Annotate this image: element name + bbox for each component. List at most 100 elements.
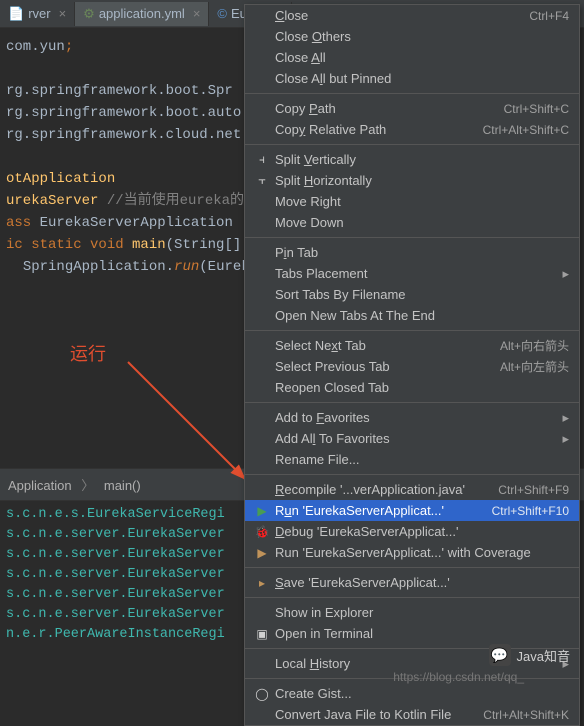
tab-item[interactable]: ⚙ application.yml × (75, 2, 209, 26)
menu-item[interactable]: CloseCtrl+F4 (245, 5, 579, 26)
menu-label: Rename File... (275, 452, 569, 467)
menu-separator (245, 474, 579, 475)
menu-item[interactable]: Select Previous TabAlt+向左箭头 (245, 356, 579, 377)
menu-label: Add to Favorites (275, 410, 556, 425)
terminal-icon: ▣ (253, 627, 271, 641)
debug-icon: 🐞 (253, 525, 271, 539)
menu-item[interactable]: Reopen Closed Tab (245, 377, 579, 398)
menu-label: Select Next Tab (275, 338, 500, 353)
menu-item[interactable]: ◯ Create Gist... (245, 683, 579, 704)
menu-item[interactable]: Sort Tabs By Filename (245, 284, 579, 305)
wechat-icon: 💬 (489, 644, 511, 666)
class-icon: 📄 (8, 6, 24, 22)
menu-label: Select Previous Tab (275, 359, 500, 374)
yaml-icon: ⚙ (83, 6, 95, 22)
menu-item[interactable]: ▶ Run 'EurekaServerApplicat...' with Cove… (245, 542, 579, 563)
menu-item[interactable]: ▶Run 'EurekaServerApplicat...'Ctrl+Shift… (245, 500, 579, 521)
github-icon: ◯ (253, 687, 271, 701)
menu-label: Copy Path (275, 101, 504, 116)
submenu-arrow-icon: ▸ (562, 410, 569, 426)
menu-item[interactable]: Open New Tabs At The End (245, 305, 579, 326)
menu-separator (245, 567, 579, 568)
menu-separator (245, 330, 579, 331)
menu-shortcut: Ctrl+Alt+Shift+K (483, 708, 569, 722)
tab-item[interactable]: 📄 rver × (0, 2, 75, 26)
menu-label: Reopen Closed Tab (275, 380, 569, 395)
menu-item[interactable]: Close All but Pinned (245, 68, 579, 89)
class-icon: © (217, 6, 227, 21)
coverage-icon: ▶ (253, 546, 271, 560)
menu-shortcut: Ctrl+F4 (529, 9, 569, 23)
watermark-url: https://blog.csdn.net/qq_ (393, 670, 524, 684)
run-icon: ▶ (253, 504, 271, 518)
menu-label: Show in Explorer (275, 605, 569, 620)
menu-label: Close All but Pinned (275, 71, 569, 86)
menu-label: Create Gist... (275, 686, 569, 701)
menu-item[interactable]: Rename File... (245, 449, 579, 470)
menu-label: Split Vertically (275, 152, 569, 167)
annotation-label: 运行 (70, 340, 106, 366)
menu-shortcut: Ctrl+Shift+F9 (498, 483, 569, 497)
split-h-icon: ⫟ (253, 173, 271, 188)
menu-label: Recompile '...verApplication.java' (275, 482, 498, 497)
menu-item[interactable]: Move Right (245, 191, 579, 212)
menu-item[interactable]: Copy PathCtrl+Shift+C (245, 98, 579, 119)
menu-item[interactable]: Close All (245, 47, 579, 68)
menu-label: Sort Tabs By Filename (275, 287, 569, 302)
breadcrumb-item[interactable]: Application (8, 478, 72, 493)
tab-label: application.yml (99, 6, 185, 21)
menu-shortcut: Ctrl+Alt+Shift+C (483, 123, 569, 137)
menu-label: Convert Java File to Kotlin File (275, 707, 483, 722)
menu-label: Run 'EurekaServerApplicat...' (275, 503, 492, 518)
menu-separator (245, 93, 579, 94)
menu-item[interactable]: Tabs Placement ▸ (245, 263, 579, 284)
menu-label: Close (275, 8, 529, 23)
menu-item[interactable]: Add to Favorites ▸ (245, 407, 579, 428)
menu-item[interactable]: Select Next TabAlt+向右箭头 (245, 335, 579, 356)
menu-label: Move Right (275, 194, 569, 209)
menu-item[interactable]: Convert Java File to Kotlin FileCtrl+Alt… (245, 704, 579, 725)
menu-item[interactable]: ⫞ Split Vertically (245, 149, 579, 170)
menu-separator (245, 597, 579, 598)
menu-item[interactable]: Close Others (245, 26, 579, 47)
chevron-right-icon: 〉 (81, 478, 94, 493)
watermark: 💬 Java知音 (489, 644, 570, 666)
menu-label: Tabs Placement (275, 266, 556, 281)
save-icon: ▸ (253, 576, 271, 590)
menu-item[interactable]: ▣ Open in Terminal (245, 623, 579, 644)
menu-shortcut: Alt+向左箭头 (500, 358, 569, 375)
menu-shortcut: Ctrl+Shift+C (504, 102, 569, 116)
menu-item[interactable]: Move Down (245, 212, 579, 233)
menu-item[interactable]: Show in Explorer (245, 602, 579, 623)
menu-item[interactable]: Copy Relative PathCtrl+Alt+Shift+C (245, 119, 579, 140)
tab-label: rver (28, 6, 50, 21)
menu-item[interactable]: Add All To Favorites ▸ (245, 428, 579, 449)
split-v-icon: ⫞ (253, 152, 271, 167)
menu-label: Run 'EurekaServerApplicat...' with Cover… (275, 545, 569, 560)
menu-item[interactable]: ▸ Save 'EurekaServerApplicat...' (245, 572, 579, 593)
menu-label: Add All To Favorites (275, 431, 556, 446)
menu-item[interactable]: 🐞 Debug 'EurekaServerApplicat...' (245, 521, 579, 542)
watermark-label: Java知音 (517, 646, 570, 665)
submenu-arrow-icon: ▸ (562, 266, 569, 282)
close-icon[interactable]: × (193, 6, 201, 21)
menu-label: Move Down (275, 215, 569, 230)
menu-label: Open New Tabs At The End (275, 308, 569, 323)
menu-item[interactable]: ⫟ Split Horizontally (245, 170, 579, 191)
close-icon[interactable]: × (59, 6, 67, 21)
menu-label: Open in Terminal (275, 626, 569, 641)
menu-label: Split Horizontally (275, 173, 569, 188)
menu-label: Pin Tab (275, 245, 569, 260)
menu-label: Debug 'EurekaServerApplicat...' (275, 524, 569, 539)
menu-shortcut: Alt+向右箭头 (500, 337, 569, 354)
menu-separator (245, 402, 579, 403)
breadcrumb-item[interactable]: main() (104, 478, 141, 493)
menu-label: Copy Relative Path (275, 122, 483, 137)
menu-item[interactable]: Pin Tab (245, 242, 579, 263)
menu-item[interactable]: Recompile '...verApplication.java'Ctrl+S… (245, 479, 579, 500)
submenu-arrow-icon: ▸ (562, 431, 569, 447)
menu-label: Save 'EurekaServerApplicat...' (275, 575, 569, 590)
menu-label: Close All (275, 50, 569, 65)
context-menu: CloseCtrl+F4Close OthersClose AllClose A… (244, 4, 580, 726)
menu-separator (245, 144, 579, 145)
